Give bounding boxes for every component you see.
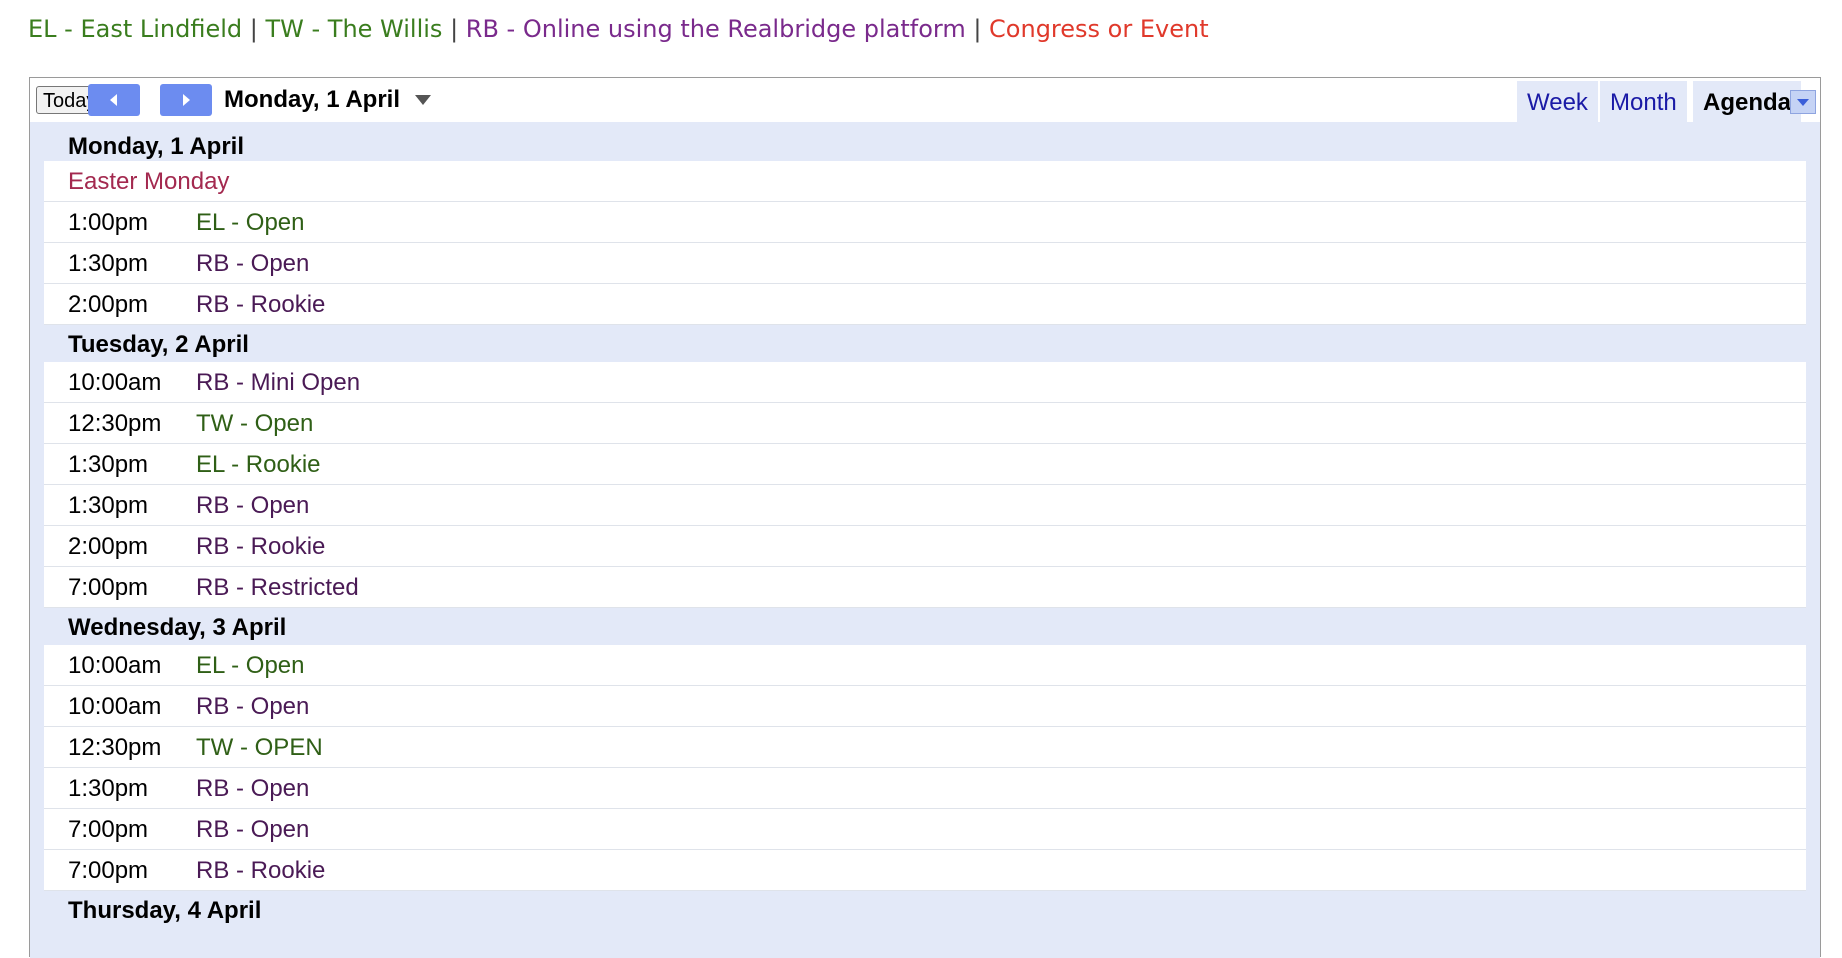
color-legend: EL - East Lindfield | TW - The Willis | … <box>28 10 1209 48</box>
event-title[interactable]: RB - Open <box>196 809 309 851</box>
event-title[interactable]: RB - Mini Open <box>196 362 360 404</box>
agenda-event-row[interactable]: 7:00pm RB - Open <box>44 809 1806 850</box>
event-time: 10:00am <box>68 652 162 679</box>
next-button[interactable] <box>160 84 212 116</box>
agenda-event-row[interactable]: 7:00pm RB - Rookie <box>44 850 1806 891</box>
agenda-event-row[interactable]: 10:00am EL - Open <box>44 645 1806 686</box>
agenda-event-row[interactable]: 12:30pm TW - OPEN <box>44 727 1806 768</box>
legend-item: RB - Online using the Realbridge platfor… <box>465 15 966 43</box>
event-title[interactable]: RB - Rookie <box>196 284 325 326</box>
event-time: 1:30pm <box>68 451 149 478</box>
agenda-day-header: Tuesday, 2 April <box>68 331 249 358</box>
event-title[interactable]: RB - Open <box>196 768 309 810</box>
view-menu-button[interactable] <box>1790 90 1816 114</box>
event-time: 12:30pm <box>68 734 162 761</box>
tab-month[interactable]: Month <box>1600 81 1687 122</box>
agenda-event-row[interactable]: Easter Monday <box>44 161 1806 202</box>
legend-item: TW - The Willis <box>265 15 443 43</box>
agenda-day-header: Wednesday, 3 April <box>68 614 287 641</box>
event-time: 7:00pm <box>68 816 149 843</box>
event-time: 1:30pm <box>68 492 149 519</box>
agenda-event-row[interactable]: 1:00pm EL - Open <box>44 202 1806 243</box>
agenda-event-row[interactable]: 1:30pm EL - Rookie <box>44 444 1806 485</box>
tab-agenda[interactable]: Agenda <box>1693 81 1802 122</box>
calendar-widget: Today Monday, 1 April Week Month Agenda … <box>29 77 1821 958</box>
agenda-event-row[interactable]: 1:30pm RB - Open <box>44 485 1806 526</box>
chevron-left-icon <box>110 94 117 106</box>
event-time: 7:00pm <box>68 857 149 884</box>
legend-separator: | <box>442 15 466 43</box>
event-title[interactable]: RB - Rookie <box>196 850 325 892</box>
event-time: 12:30pm <box>68 410 162 437</box>
event-title[interactable]: RB - Rookie <box>196 526 325 568</box>
date-picker-toggle[interactable] <box>414 93 432 111</box>
agenda-event-row[interactable]: 2:00pm RB - Rookie <box>44 526 1806 567</box>
legend-separator: | <box>965 15 990 43</box>
event-title[interactable]: RB - Open <box>196 686 309 728</box>
agenda-list: Monday, 1 April Easter Monday 1:00pm EL - O… <box>30 122 1820 958</box>
agenda-event-row[interactable]: 1:30pm RB - Open <box>44 243 1806 284</box>
event-time: 10:00am <box>68 693 162 720</box>
agenda-day-header: Monday, 1 April <box>68 133 245 160</box>
legend-separator: | <box>242 15 266 43</box>
event-title[interactable]: Easter Monday <box>68 161 229 203</box>
previous-button[interactable] <box>88 84 140 116</box>
agenda-event-row[interactable]: 7:00pm RB - Restricted <box>44 567 1806 608</box>
agenda-day-header: Thursday, 4 April <box>68 897 262 924</box>
chevron-right-icon <box>183 94 190 106</box>
caret-down-icon <box>415 95 431 105</box>
event-title[interactable]: EL - Open <box>196 645 305 687</box>
event-title[interactable]: RB - Restricted <box>196 567 359 609</box>
caret-down-icon <box>1797 99 1809 106</box>
agenda-event-row[interactable]: 12:30pm TW - Open <box>44 403 1806 444</box>
event-title[interactable]: EL - Open <box>196 202 305 244</box>
event-title[interactable]: RB - Open <box>196 485 309 527</box>
agenda-event-row[interactable]: 2:00pm RB - Rookie <box>44 284 1806 325</box>
event-time: 1:30pm <box>68 250 149 277</box>
legend-item: Congress or Event <box>989 15 1209 43</box>
agenda-event-row[interactable]: 10:00am RB - Mini Open <box>44 362 1806 403</box>
calendar-toolbar: Today Monday, 1 April Week Month Agenda <box>30 78 1820 122</box>
tab-week[interactable]: Week <box>1517 81 1598 122</box>
event-time: 10:00am <box>68 369 162 396</box>
event-time: 2:00pm <box>68 291 149 318</box>
agenda-event-row[interactable]: 1:30pm RB - Open <box>44 768 1806 809</box>
agenda-event-row[interactable]: 10:00am RB - Open <box>44 686 1806 727</box>
event-time: 2:00pm <box>68 533 149 560</box>
event-title[interactable]: TW - OPEN <box>196 727 323 769</box>
legend-item: EL - East Lindfield <box>28 15 243 43</box>
event-title[interactable]: TW - Open <box>196 403 313 445</box>
event-time: 1:30pm <box>68 775 149 802</box>
current-date-label: Monday, 1 April <box>224 86 401 113</box>
event-time: 7:00pm <box>68 574 149 601</box>
event-title[interactable]: RB - Open <box>196 243 309 285</box>
event-title[interactable]: EL - Rookie <box>196 444 321 486</box>
event-time: 1:00pm <box>68 209 149 236</box>
